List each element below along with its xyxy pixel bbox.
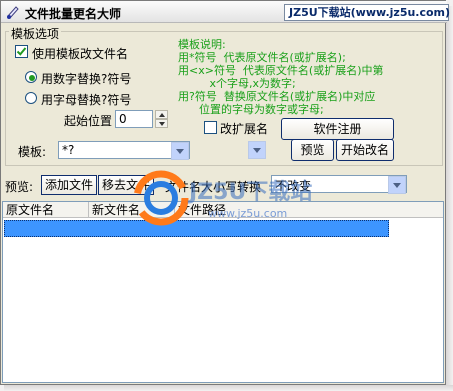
change-extension-checkbox[interactable] (204, 121, 217, 134)
help-line-6: 位置的字母为数字或字母; (178, 103, 324, 116)
use-template-label: 使用模板改文件名 (32, 47, 129, 61)
help-line-1: 模板说明: (178, 38, 226, 51)
preview-button[interactable]: 预览 (291, 139, 334, 161)
use-template-checkbox[interactable] (15, 45, 28, 58)
app-icon (5, 4, 21, 20)
watermark-brand: JZ5U下载站 (189, 180, 313, 205)
radio-digits-label: 用数字替换?符号 (41, 72, 132, 86)
help-line-5: 用?符号 替换原文件名(或扩展名)中对应 (178, 90, 376, 103)
template-label: 模板: (18, 145, 47, 159)
extension-combo[interactable] (248, 141, 266, 159)
extension-dropdown-icon[interactable] (248, 141, 266, 159)
template-value: *? (62, 143, 75, 157)
template-combo[interactable]: *? (58, 141, 190, 160)
column-original-name[interactable]: 原文件名 (3, 202, 89, 218)
start-position-label: 起始位置 (64, 114, 113, 128)
site-banner: JZ5U下载站(www.jz5u.com) (284, 4, 450, 21)
add-files-button[interactable]: 添加文件 (41, 175, 97, 195)
radio-letters-label: 用字母替换?符号 (41, 93, 132, 107)
preview-label: 预览: (5, 180, 34, 194)
help-line-2: 用*符号 代表原文件名(或扩展名); (178, 51, 346, 64)
start-position-input[interactable]: 0 (115, 110, 153, 128)
spin-down-icon (159, 122, 165, 126)
help-line-3: 用<x>符号 代表原文件名(或扩展名)中第 (178, 64, 384, 77)
radio-letters[interactable] (25, 92, 37, 104)
spin-down-button[interactable] (155, 119, 168, 128)
register-button[interactable]: 软件注册 (281, 118, 394, 140)
main-window: 文件批量更名大师 JZ5U下载站(www.jz5u.com) 模板选项 使用模板… (0, 0, 450, 385)
watermark-logo-icon (131, 168, 191, 228)
file-list[interactable]: 原文件名 新文件名 文件路径 JZ5U下载站 www.jz5u.com (2, 170, 444, 383)
template-dropdown-icon[interactable] (171, 142, 189, 160)
window-shadow-right (446, 6, 453, 386)
title-bar[interactable]: 文件批量更名大师 JZ5U下载站(www.jz5u.com) (1, 1, 450, 23)
start-rename-button[interactable]: 开始改名 (336, 139, 394, 161)
radio-digits[interactable] (25, 71, 37, 83)
case-dropdown-icon[interactable] (388, 176, 406, 194)
checkmark-icon (16, 47, 27, 56)
help-line-4: x个字母,x为数字; (178, 77, 296, 90)
change-extension-label: 改扩展名 (220, 122, 269, 136)
radio-selected-dot (29, 75, 35, 81)
group-title: 模板选项 (9, 25, 62, 42)
spin-up-button[interactable] (155, 110, 168, 119)
watermark-url: www.jz5u.com (208, 207, 288, 220)
window-shadow-bottom (4, 385, 453, 391)
window-title: 文件批量更名大师 (25, 7, 122, 21)
spin-up-icon (159, 113, 165, 117)
selected-row[interactable] (4, 220, 389, 237)
